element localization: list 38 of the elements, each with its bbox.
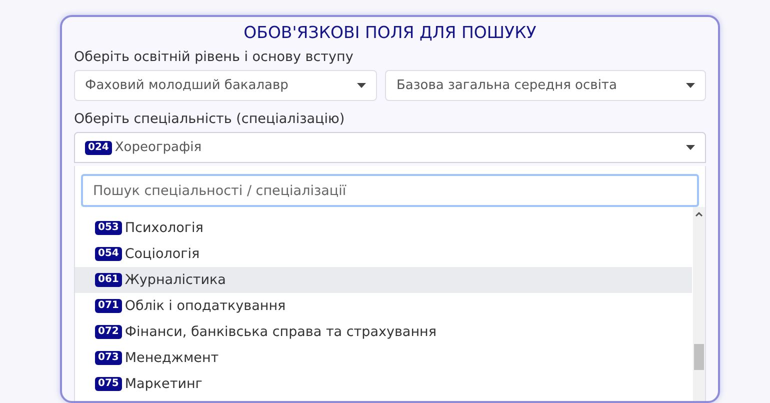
- dropdown-option[interactable]: 053 Психологія: [75, 215, 692, 241]
- code-badge: 072: [95, 325, 122, 339]
- option-label: Фінанси, банківська справа та страхування: [124, 322, 436, 342]
- option-label: Облік і оподаткування: [124, 296, 286, 316]
- dropdown-option[interactable]: 075 Маркетинг: [75, 371, 692, 397]
- option-label: Маркетинг: [124, 374, 202, 394]
- option-label: Менеджмент: [124, 348, 219, 368]
- scrollbar-thumb[interactable]: [694, 344, 704, 370]
- code-badge: 071: [95, 299, 122, 313]
- dropdown-option[interactable]: 072 Фінанси, банківська справа та страхування: [75, 319, 692, 345]
- code-badge: 053: [95, 221, 122, 235]
- caret-icon: [686, 145, 695, 150]
- select-field[interactable]: Базова загальна середня освіта: [385, 70, 706, 101]
- option-label: Соціологія: [124, 244, 200, 264]
- code-badge: 073: [95, 351, 122, 365]
- panel-title: ОБОВ'ЯЗКОВІ ПОЛЯ ДЛЯ ПОШУКУ: [242, 22, 538, 44]
- dropdown-option[interactable]: 061 Журналістика: [75, 267, 692, 293]
- field-label: Оберіть спеціальність (спеціалізацію): [74, 110, 346, 129]
- dropdown-option[interactable]: 054 Соціологія: [75, 241, 692, 267]
- select-value: Хореографія: [114, 138, 202, 157]
- caret-icon: [686, 83, 696, 88]
- dropdown-option[interactable]: 071 Облік і оподаткування: [75, 293, 692, 319]
- select-value: Фаховий молодший бакалавр: [85, 76, 288, 95]
- code-badge: 075: [95, 377, 122, 391]
- code-badge: 024: [85, 140, 112, 154]
- option-label: Психологія: [124, 218, 204, 238]
- search-field[interactable]: Пошук спеціальності / спеціалізації: [81, 174, 699, 207]
- caret-icon: [357, 83, 366, 88]
- code-badge: 061: [95, 273, 122, 287]
- scrollbar[interactable]: [693, 207, 705, 401]
- code-badge: 054: [95, 247, 122, 261]
- select-field[interactable]: Фаховий молодший бакалавр: [74, 70, 378, 101]
- dropdown-option[interactable]: 073 Менеджмент: [75, 345, 692, 371]
- option-label: Журналістика: [124, 270, 226, 290]
- field-label: Оберіть освітній рівень і основу вступу: [74, 48, 354, 67]
- select-field[interactable]: 024 Хореографія: [74, 132, 706, 163]
- scroll-up-icon[interactable]: [695, 211, 703, 217]
- select-value: Базова загальна середня освіта: [396, 76, 617, 95]
